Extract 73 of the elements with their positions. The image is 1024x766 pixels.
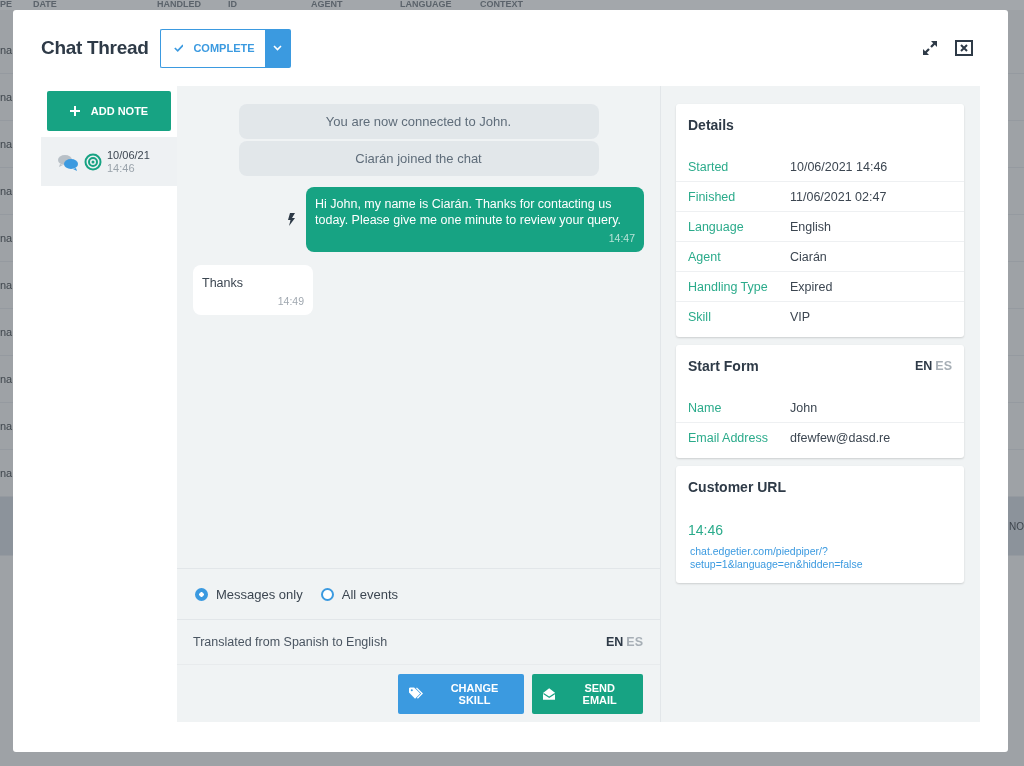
message-time: 14:47: [607, 231, 635, 246]
radio-option[interactable]: All events: [320, 586, 399, 602]
column-header: HANDLED: [157, 0, 202, 10]
card-title: Start Form: [688, 358, 759, 374]
table-cell: na: [0, 420, 13, 432]
system-message: Ciarán joined the chat: [238, 141, 599, 176]
table-cell: na: [0, 44, 13, 56]
dropdown-button[interactable]: [264, 28, 291, 68]
field-label: Started: [688, 158, 730, 175]
language-toggle[interactable]: ES: [935, 359, 952, 373]
expand-icon[interactable]: [922, 40, 938, 56]
field-label: Language: [688, 218, 745, 235]
column-header: AGENT: [311, 0, 344, 10]
table-cell: NO: [1009, 520, 1024, 532]
column-header: DATE: [33, 0, 58, 10]
conversation-item[interactable]: 10/06/21 14:46: [41, 137, 177, 186]
change-skill-button[interactable]: CHANGE SKILL: [398, 673, 524, 714]
column-header: LANGUAGE: [400, 0, 453, 10]
language-toggle[interactable]: EN: [914, 359, 933, 373]
open-envelope-icon: [543, 687, 556, 700]
system-message: You are now connected to John.: [238, 104, 599, 139]
field-label: Skill: [688, 308, 712, 325]
field-label: Email Address: [688, 429, 768, 446]
caret-icon: [273, 45, 283, 51]
card-title: Customer URL: [688, 479, 786, 495]
field-value: 10/06/2021 14:46: [790, 159, 888, 174]
url-time: 14:46: [687, 521, 725, 540]
check-icon: [173, 43, 184, 53]
translation-note: Translated from Spanish to English: [193, 635, 388, 649]
lightning-icon: [287, 213, 296, 226]
field-value: Ciarán: [790, 249, 827, 264]
message-text: Hi John, my name is Ciarán. Thanks for contacting us today. Please give me one minute to review your query.: [315, 197, 621, 227]
table-cell: na: [0, 326, 13, 338]
field-value: dfewfew@dasd.re: [790, 430, 891, 445]
radio-icon[interactable]: [195, 587, 208, 601]
message-time: 14:49: [276, 294, 304, 309]
send-email-button[interactable]: SEND EMAIL: [532, 673, 643, 714]
field-label: Finished: [688, 188, 737, 205]
add-note-button[interactable]: ADD NOTE: [47, 91, 171, 131]
table-cell: na: [0, 232, 13, 244]
tag-icon: [409, 687, 424, 700]
field-value: Expired: [790, 279, 833, 294]
target-icon: [84, 152, 102, 171]
plus-icon: [69, 106, 80, 116]
close-icon[interactable]: [955, 40, 973, 56]
radio-icon[interactable]: [320, 587, 334, 601]
card-title: Details: [688, 117, 734, 133]
field-label: Agent: [688, 248, 722, 265]
field-label: Name: [688, 399, 723, 416]
field-value: English: [790, 219, 831, 234]
table-cell: na: [0, 138, 13, 150]
field-value: John: [790, 400, 818, 415]
column-header: CONTEXT: [480, 0, 523, 10]
message-text: Thanks: [202, 276, 243, 290]
item-time: 14:46: [107, 161, 136, 175]
radio-option[interactable]: Messages only: [195, 586, 303, 602]
table-cell: na: [0, 279, 13, 291]
dialog-title: Chat Thread: [41, 37, 149, 59]
language-toggle[interactable]: ES: [626, 635, 643, 649]
table-cell: na: [0, 91, 13, 103]
language-toggle[interactable]: EN: [605, 635, 624, 649]
status-button[interactable]: COMPLETE: [159, 28, 265, 68]
table-cell: na: [0, 185, 13, 197]
field-label: Handling Type: [688, 278, 768, 295]
column-header: PE: [0, 0, 13, 10]
table-cell: na: [0, 373, 13, 385]
url-link[interactable]: chat.edgetier.com/piedpiper/?setup=1&language=en&hidden=false: [676, 545, 954, 577]
column-header: ID: [228, 0, 238, 10]
table-cell: na: [0, 467, 13, 479]
field-value: VIP: [790, 309, 811, 324]
item-date: 10/06/21: [107, 148, 150, 162]
field-value: 11/06/2021 02:47: [790, 189, 887, 204]
chat-bubbles-icon: [57, 152, 79, 171]
